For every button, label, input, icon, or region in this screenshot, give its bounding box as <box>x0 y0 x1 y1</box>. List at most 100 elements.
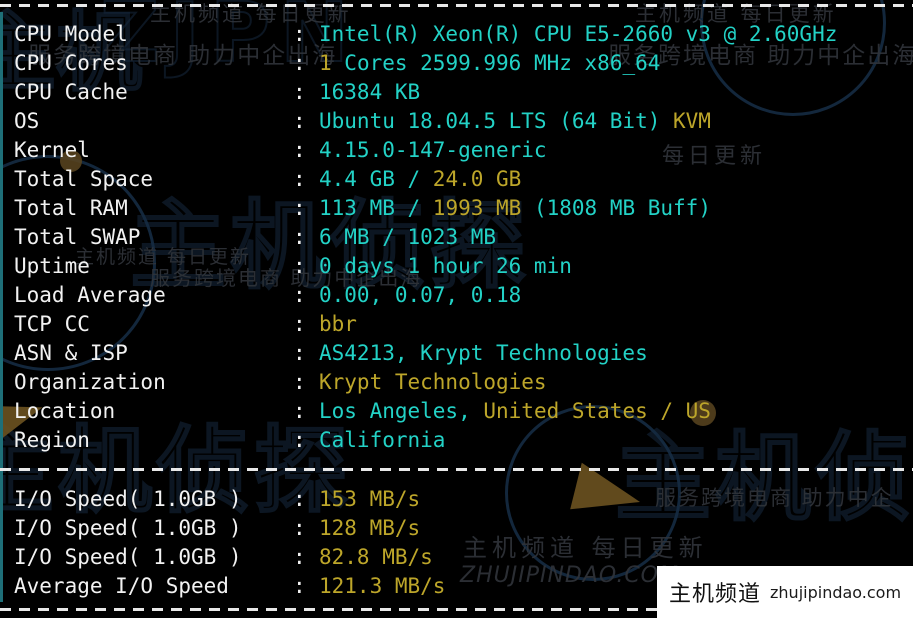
io-speed-rows: I/O Speed( 1.0GB ):153 MB/s I/O Speed( 1.… <box>14 485 445 601</box>
system-info-label: CPU Cache <box>14 80 128 104</box>
value-segment: 6 MB / <box>319 225 408 249</box>
system-info-value: bbr <box>319 310 357 339</box>
system-info-label: Kernel <box>14 138 90 162</box>
system-info-label: Location <box>14 399 116 423</box>
system-info-label: Total RAM <box>14 196 128 220</box>
value-segment: 0.00, 0.07, 0.18 <box>319 283 522 307</box>
system-info-value: 0.00, 0.07, 0.18 <box>319 281 521 310</box>
io-speed-value: 128 MB/s <box>319 514 420 543</box>
field-colon: : <box>293 516 306 540</box>
system-info-row: Region: California <box>14 426 837 455</box>
system-info-row: OS: Ubuntu 18.04.5 LTS (64 Bit) KVM <box>14 107 837 136</box>
system-info-label: Uptime <box>14 254 90 278</box>
system-info-rows: CPU Model: Intel(R) Xeon(R) CPU E5-2660 v… <box>14 20 837 455</box>
field-colon: : <box>293 196 306 220</box>
system-info-row: Load Average:0.00, 0.07, 0.18 <box>14 281 837 310</box>
system-info-value: Intel(R) Xeon(R) CPU E5-2660 v3 @ 2.60GH… <box>319 20 837 49</box>
value-segment: 24.0 GB <box>432 167 522 191</box>
value-segment: Ubuntu 18.04.5 LTS (64 Bit) <box>319 109 674 133</box>
field-colon: : <box>293 545 306 569</box>
system-info-row: Total RAM:113 MB / 1993 MB (1808 MB Buff… <box>14 194 837 223</box>
value-segment: Cores 2599.996 MHz x86_64 <box>331 51 661 75</box>
field-colon: : <box>293 341 306 365</box>
system-info-label: OS <box>14 109 40 133</box>
system-info-value: Ubuntu 18.04.5 LTS (64 Bit) KVM <box>319 107 711 136</box>
field-colon: : <box>293 574 306 598</box>
system-info-value: AS4213, Krypt Technologies <box>319 339 648 368</box>
brand-badge-name: 主机频道 <box>669 582 762 607</box>
system-info-label: Organization <box>14 370 166 394</box>
system-info-label: TCP CC <box>14 312 90 336</box>
system-info-label: Total SWAP <box>14 225 141 249</box>
io-speed-label: I/O Speed( 1.0GB ) <box>14 487 242 511</box>
value-segment: 1993 MB <box>432 196 522 220</box>
system-info-row: TCP CC: bbr <box>14 310 837 339</box>
system-info-value: 113 MB / 1993 MB (1808 MB Buff) <box>319 194 711 223</box>
field-colon: : <box>293 254 306 278</box>
system-info-value: 0 days 1 hour 26 min <box>319 252 572 281</box>
field-colon: : <box>293 283 306 307</box>
value-segment: KVM <box>673 109 711 133</box>
io-speed-row: I/O Speed( 1.0GB ):128 MB/s <box>14 514 445 543</box>
system-info-row: CPU Model: Intel(R) Xeon(R) CPU E5-2660 v… <box>14 20 837 49</box>
terminal-content: CPU Model: Intel(R) Xeon(R) CPU E5-2660 v… <box>0 0 913 618</box>
separator-middle <box>0 468 913 471</box>
system-info-value: California <box>319 426 445 455</box>
field-colon: : <box>293 51 306 75</box>
value-segment: 1 <box>319 51 332 75</box>
io-speed-value: 82.8 MB/s <box>319 543 433 572</box>
field-colon: : <box>293 399 306 423</box>
io-speed-value: 121.3 MB/s <box>319 572 445 601</box>
value-segment: 121.3 MB/s <box>319 574 446 598</box>
io-speed-row: I/O Speed( 1.0GB ):153 MB/s <box>14 485 445 514</box>
system-info-row: Organization: Krypt Technologies <box>14 368 837 397</box>
system-info-label: Total Space <box>14 167 154 191</box>
system-info-row: CPU Cores:1 Cores 2599.996 MHz x86_64 <box>14 49 837 78</box>
value-segment: United States / US <box>483 399 711 423</box>
field-colon: : <box>293 225 306 249</box>
value-segment: 4.4 GB / <box>319 167 433 191</box>
system-info-label: Load Average <box>14 283 166 307</box>
field-colon: : <box>293 428 306 452</box>
value-segment: Krypt Technologies <box>319 370 547 394</box>
value-segment: 4.15.0-147-generic <box>319 138 547 162</box>
value-segment: (1808 MB Buff) <box>521 196 711 220</box>
system-info-value: 1 Cores 2599.996 MHz x86_64 <box>319 49 660 78</box>
system-info-value: Los Angeles, United States / US <box>319 397 711 426</box>
value-segment: 153 MB/s <box>319 487 421 511</box>
system-info-row: Total SWAP:6 MB / 1023 MB <box>14 223 837 252</box>
value-segment: 113 MB / <box>319 196 433 220</box>
value-segment: 1023 MB <box>407 225 497 249</box>
system-info-label: CPU Cores <box>14 51 128 75</box>
value-segment: Los Angeles, <box>319 399 484 423</box>
system-info-row: Location: Los Angeles, United States / US <box>14 397 837 426</box>
value-segment: 16384 KB <box>319 80 421 104</box>
system-info-row: Uptime:0 days 1 hour 26 min <box>14 252 837 281</box>
system-info-row: ASN & ISP: AS4213, Krypt Technologies <box>14 339 837 368</box>
system-info-label: ASN & ISP <box>14 341 128 365</box>
field-colon: : <box>293 22 306 46</box>
field-colon: : <box>293 487 306 511</box>
field-colon: : <box>293 312 306 336</box>
value-segment: 82.8 MB/s <box>319 545 433 569</box>
io-speed-label: I/O Speed( 1.0GB ) <box>14 516 242 540</box>
value-segment: 128 MB/s <box>319 516 421 540</box>
value-segment: Intel(R) Xeon(R) CPU E5-2660 v3 @ 2.60GH… <box>319 22 838 46</box>
system-info-value: 4.4 GB / 24.0 GB <box>319 165 521 194</box>
separator-top <box>0 4 913 7</box>
io-speed-value: 153 MB/s <box>319 485 420 514</box>
field-colon: : <box>293 370 306 394</box>
system-info-label: Region <box>14 428 90 452</box>
system-info-value: 16384 KB <box>319 78 420 107</box>
system-info-label: CPU Model <box>14 22 128 46</box>
io-speed-row: I/O Speed( 1.0GB ):82.8 MB/s <box>14 543 445 572</box>
field-colon: : <box>293 80 306 104</box>
system-info-row: Kernel:4.15.0-147-generic <box>14 136 837 165</box>
value-segment: bbr <box>319 312 357 336</box>
system-info-row: CPU Cache:16384 KB <box>14 78 837 107</box>
system-info-value: 6 MB / 1023 MB <box>319 223 496 252</box>
field-colon: : <box>293 167 306 191</box>
system-info-row: Total Space:4.4 GB / 24.0 GB <box>14 165 837 194</box>
field-colon: : <box>293 109 306 133</box>
brand-badge: 主机频道 zhujipindao.com <box>657 566 913 618</box>
